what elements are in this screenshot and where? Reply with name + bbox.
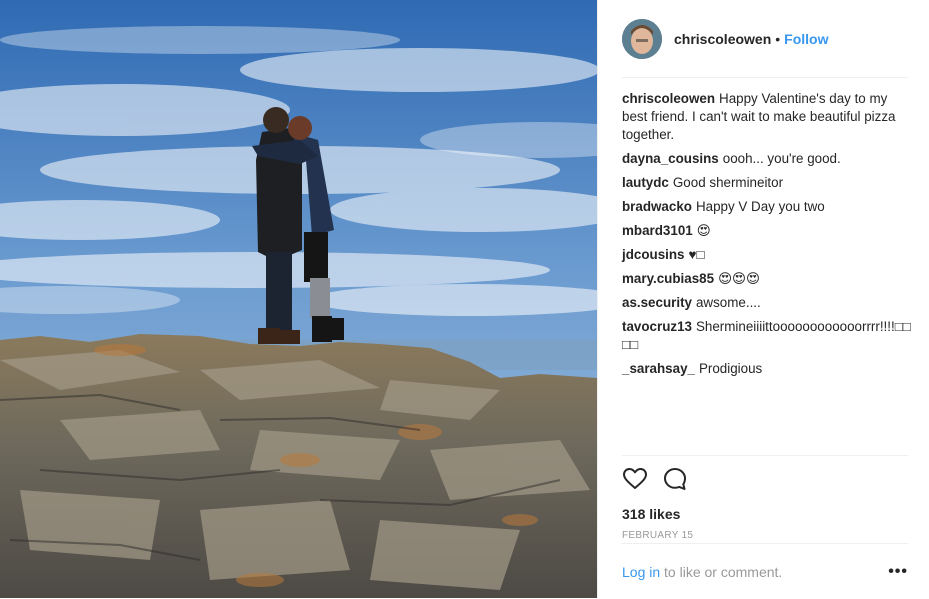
header-username[interactable]: chriscoleowen bbox=[674, 31, 771, 47]
action-icons bbox=[622, 466, 908, 492]
ellipsis-icon[interactable]: ••• bbox=[888, 563, 908, 581]
comment-username[interactable]: jdcousins bbox=[622, 247, 685, 262]
post-date[interactable]: FEBRUARY 15 bbox=[622, 530, 908, 541]
comment-username[interactable]: dayna_cousins bbox=[622, 151, 719, 166]
post-actions: 318 likes FEBRUARY 15 bbox=[622, 455, 908, 541]
avatar-image bbox=[622, 18, 662, 59]
comment-text: oooh... you're good. bbox=[722, 151, 841, 166]
comment-username[interactable]: as.security bbox=[622, 295, 692, 310]
avatar[interactable] bbox=[622, 18, 662, 59]
follow-button[interactable]: Follow bbox=[784, 31, 828, 47]
comment-text: 😍😍😍 bbox=[718, 271, 760, 286]
comment-username[interactable]: _sarahsay_ bbox=[622, 361, 695, 376]
likes-count[interactable]: 318 likes bbox=[622, 506, 908, 522]
login-prompt: Log in to like or comment. bbox=[622, 564, 782, 580]
post-header: chriscoleowen • Follow bbox=[622, 0, 908, 78]
comment-username[interactable]: mbard3101 bbox=[622, 223, 693, 238]
caption-username[interactable]: chriscoleowen bbox=[622, 91, 715, 106]
comment-item: as.security awsome.... bbox=[622, 294, 912, 312]
login-prompt-text: to like or comment. bbox=[660, 563, 783, 580]
comment-username[interactable]: lautydc bbox=[622, 175, 669, 190]
photo-couple-on-rocks bbox=[0, 0, 597, 598]
comments-list: chriscoleowen Happy Valentine's day to my… bbox=[622, 90, 912, 384]
comment-item: mbard3101 😍 bbox=[622, 222, 912, 240]
post-sidebar: chriscoleowen • Follow chriscoleowen Happ… bbox=[597, 0, 929, 598]
comment-item: mary.cubias85 😍😍😍 bbox=[622, 270, 912, 288]
instagram-post: chriscoleowen • Follow chriscoleowen Happ… bbox=[0, 0, 929, 598]
caption: chriscoleowen Happy Valentine's day to my… bbox=[622, 90, 912, 144]
comment-text: 😍 bbox=[696, 223, 711, 238]
login-link[interactable]: Log in bbox=[622, 564, 660, 580]
speech-bubble-icon[interactable] bbox=[662, 466, 688, 492]
header-separator: • bbox=[775, 30, 781, 47]
comment-item: lautydc Good shermineitor bbox=[622, 174, 912, 192]
comment-text: Prodigious bbox=[698, 361, 763, 376]
comment-item: _sarahsay_ Prodigious bbox=[622, 360, 912, 378]
heart-outline-icon[interactable] bbox=[622, 466, 648, 492]
post-photo[interactable] bbox=[0, 0, 597, 598]
comment-username[interactable]: tavocruz13 bbox=[622, 319, 692, 334]
comment-username[interactable]: mary.cubias85 bbox=[622, 271, 714, 286]
comment-item: bradwacko Happy V Day you two bbox=[622, 198, 912, 216]
comment-item: jdcousins ♥□ bbox=[622, 246, 912, 264]
comment-item: tavocruz13 Shermineiiiittoooooooooooorrrr… bbox=[622, 318, 912, 354]
comment-username[interactable]: bradwacko bbox=[622, 199, 692, 214]
comment-text: ♥□ bbox=[688, 247, 705, 262]
comment-footer: Log in to like or comment. ••• bbox=[622, 543, 908, 599]
comment-text: awsome.... bbox=[695, 295, 761, 310]
comment-text: Good shermineitor bbox=[672, 175, 784, 190]
comment-item: dayna_cousins oooh... you're good. bbox=[622, 150, 912, 168]
comment-text: Happy V Day you two bbox=[695, 199, 825, 214]
